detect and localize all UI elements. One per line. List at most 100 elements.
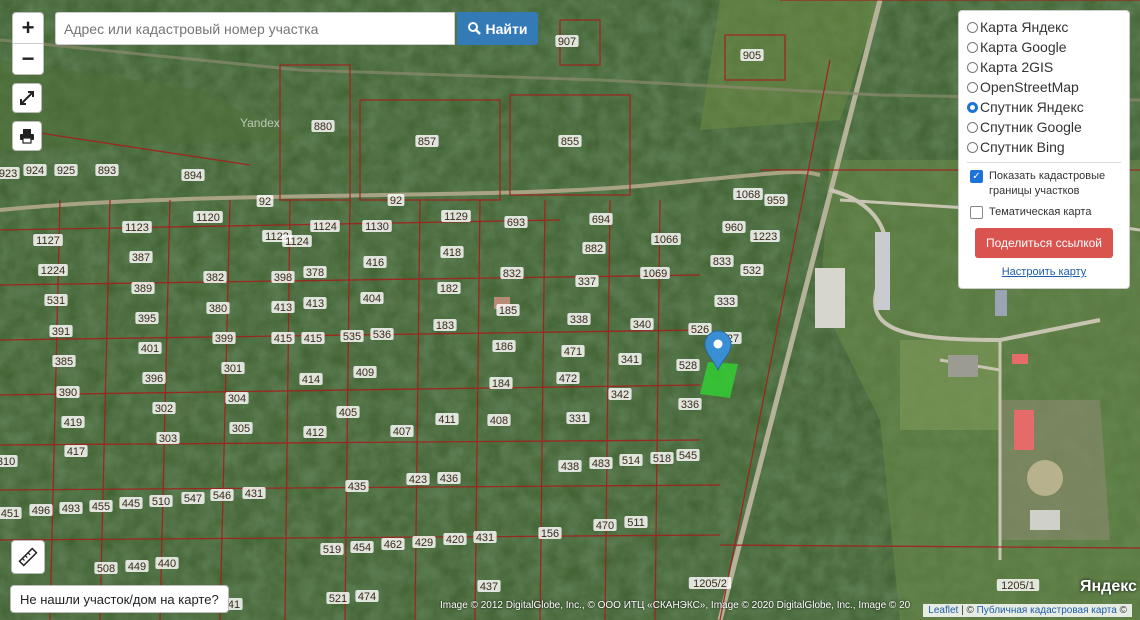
parcel-number[interactable]: 1124 xyxy=(285,236,309,248)
parcel-number[interactable]: 880 xyxy=(314,121,332,133)
parcel-number[interactable]: 519 xyxy=(323,544,341,556)
parcel-number[interactable]: 182 xyxy=(440,283,458,295)
parcel-number[interactable]: 960 xyxy=(725,222,743,234)
radio-icon[interactable] xyxy=(967,81,978,93)
parcel-number[interactable]: 905 xyxy=(743,50,761,62)
radio-icon[interactable] xyxy=(967,141,978,153)
parcel-number[interactable]: 536 xyxy=(373,329,391,341)
parcel-number[interactable]: 923 xyxy=(0,168,17,180)
parcel-number[interactable]: 340 xyxy=(633,319,651,331)
radio-icon[interactable] xyxy=(967,21,978,33)
parcel-number[interactable]: 1123 xyxy=(125,222,149,234)
parcel-number[interactable]: 1068 xyxy=(736,189,760,201)
parcel-number[interactable]: 408 xyxy=(490,415,508,427)
search-input[interactable] xyxy=(55,12,455,45)
radio-icon[interactable] xyxy=(967,41,978,53)
layer-option[interactable]: Спутник Яндекс xyxy=(967,97,1121,117)
parcel-number[interactable]: 454 xyxy=(353,542,371,554)
parcel-number[interactable]: 435 xyxy=(348,481,366,493)
parcel-number[interactable]: 511 xyxy=(627,517,645,529)
parcel-number[interactable]: 418 xyxy=(443,247,461,259)
parcel-number[interactable]: 437 xyxy=(480,581,498,593)
leaflet-link[interactable]: Leaflet xyxy=(928,605,958,616)
parcel-number[interactable]: 429 xyxy=(415,537,433,549)
parcel-number[interactable]: 156 xyxy=(541,528,559,540)
parcel-number[interactable]: 305 xyxy=(232,423,250,435)
parcel-number[interactable]: 342 xyxy=(611,389,629,401)
parcel-number[interactable]: 423 xyxy=(409,474,427,486)
parcel-number[interactable]: 185 xyxy=(499,305,517,317)
parcel-number[interactable]: 338 xyxy=(570,314,588,326)
ruler-button[interactable] xyxy=(11,540,45,574)
parcel-number[interactable]: 391 xyxy=(52,326,70,338)
parcel-number[interactable]: 528 xyxy=(679,360,697,372)
parcel-number[interactable]: 1124 xyxy=(313,221,337,233)
parcel-number[interactable]: 436 xyxy=(440,473,458,485)
parcel-number[interactable]: 414 xyxy=(302,374,320,386)
parcel-number[interactable]: 385 xyxy=(55,356,73,368)
parcel-number[interactable]: 304 xyxy=(228,393,246,405)
parcel-number[interactable]: 417 xyxy=(67,446,85,458)
parcel-number[interactable]: 1069 xyxy=(643,268,667,280)
parcel-number[interactable]: 401 xyxy=(141,343,159,355)
parcel-number[interactable]: 496 xyxy=(32,505,50,517)
parcel-number[interactable]: 310 xyxy=(0,456,15,468)
parcel-number[interactable]: 470 xyxy=(596,520,614,532)
parcel-number[interactable]: 399 xyxy=(215,333,233,345)
layer-option[interactable]: OpenStreetMap xyxy=(967,77,1121,97)
parcel-number[interactable]: 389 xyxy=(134,283,152,295)
parcel-number[interactable]: 413 xyxy=(306,298,324,310)
parcel-number[interactable]: 1129 xyxy=(444,211,468,223)
share-link-button[interactable]: Поделиться ссылкой xyxy=(975,228,1113,258)
parcel-number[interactable]: 183 xyxy=(436,320,454,332)
print-button[interactable] xyxy=(12,121,42,151)
parcel-number[interactable]: 431 xyxy=(245,488,263,500)
configure-map-link[interactable]: Настроить карту xyxy=(967,266,1121,278)
parcel-number[interactable]: 419 xyxy=(64,417,82,429)
parcel-number[interactable]: 545 xyxy=(679,450,697,462)
parcel-number[interactable]: 404 xyxy=(363,293,381,305)
parcel-number[interactable]: 184 xyxy=(492,378,510,390)
parcel-number[interactable]: 1223 xyxy=(753,231,777,243)
parcel-number[interactable]: 959 xyxy=(767,195,785,207)
parcel-number[interactable]: 547 xyxy=(184,493,202,505)
parcel-number[interactable]: 472 xyxy=(559,373,577,385)
parcel-number[interactable]: 474 xyxy=(358,591,376,603)
radio-icon[interactable] xyxy=(967,121,978,133)
parcel-number[interactable]: 302 xyxy=(155,403,173,415)
parcel-number[interactable]: 445 xyxy=(122,498,140,510)
radio-selected-icon[interactable] xyxy=(967,101,978,113)
parcel-number[interactable]: 407 xyxy=(393,426,411,438)
checkbox-unchecked-icon[interactable] xyxy=(970,206,983,219)
parcel-number[interactable]: 857 xyxy=(418,136,436,148)
parcel-number[interactable]: 693 xyxy=(507,217,525,229)
parcel-number[interactable]: 416 xyxy=(366,257,384,269)
zoom-out-button[interactable]: − xyxy=(13,43,43,74)
parcel-number[interactable]: 451 xyxy=(1,508,19,520)
parcel-number[interactable]: 415 xyxy=(274,333,292,345)
parcel-number[interactable]: 894 xyxy=(184,170,202,182)
parcel-number[interactable]: 532 xyxy=(743,265,761,277)
parcel-number[interactable]: 832 xyxy=(503,268,521,280)
parcel-number[interactable]: 431 xyxy=(476,532,494,544)
parcel-number[interactable]: 387 xyxy=(132,252,150,264)
parcel-number[interactable]: 336 xyxy=(681,399,699,411)
parcel-number[interactable]: 521 xyxy=(329,593,347,605)
layer-option[interactable]: Карта 2GIS xyxy=(967,57,1121,77)
parcel-number[interactable]: 471 xyxy=(564,346,582,358)
fullscreen-button[interactable] xyxy=(12,83,42,113)
parcel-number[interactable]: 1205/2 xyxy=(693,578,727,590)
parcel-number[interactable]: 380 xyxy=(209,303,227,315)
layer-option[interactable]: Карта Google xyxy=(967,37,1121,57)
parcel-number[interactable]: 398 xyxy=(274,272,292,284)
parcel-number[interactable]: 378 xyxy=(306,267,324,279)
parcel-number[interactable]: 413 xyxy=(274,302,292,314)
parcel-number[interactable]: 1130 xyxy=(365,221,389,233)
parcel-number[interactable]: 1224 xyxy=(41,265,65,277)
parcel-number[interactable]: 882 xyxy=(585,243,603,255)
parcel-number[interactable]: 411 xyxy=(438,414,456,426)
parcel-number[interactable]: 546 xyxy=(213,490,231,502)
parcel-number[interactable]: 1120 xyxy=(196,212,220,224)
parcel-number[interactable]: 531 xyxy=(47,295,65,307)
parcel-number[interactable]: 412 xyxy=(306,427,324,439)
